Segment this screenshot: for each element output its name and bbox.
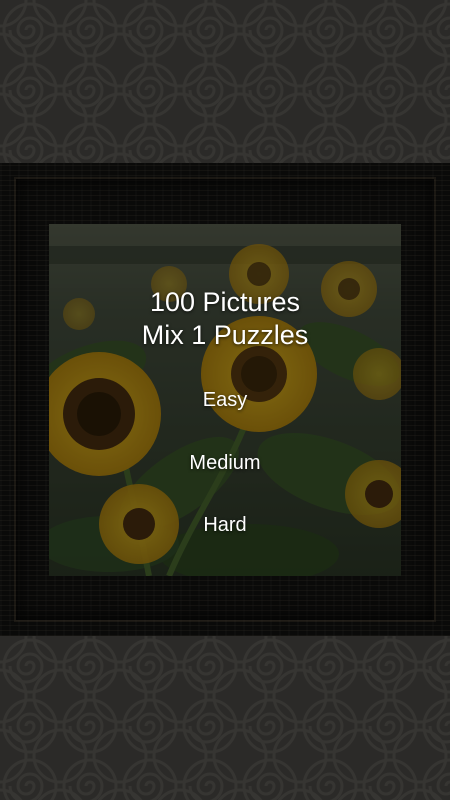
game-title-line2: Mix 1 Puzzles — [141, 320, 309, 350]
easy-button[interactable]: Easy — [150, 383, 300, 417]
difficulty-screen: 100 Pictures Mix 1 Puzzles Easy Medium H… — [0, 0, 450, 800]
swirl-pattern-bottom — [0, 636, 450, 800]
hard-button[interactable]: Hard — [150, 508, 300, 542]
game-title-line1: 100 Pictures — [149, 287, 301, 317]
swirl-pattern-top — [0, 0, 450, 163]
medium-button[interactable]: Medium — [150, 446, 300, 480]
